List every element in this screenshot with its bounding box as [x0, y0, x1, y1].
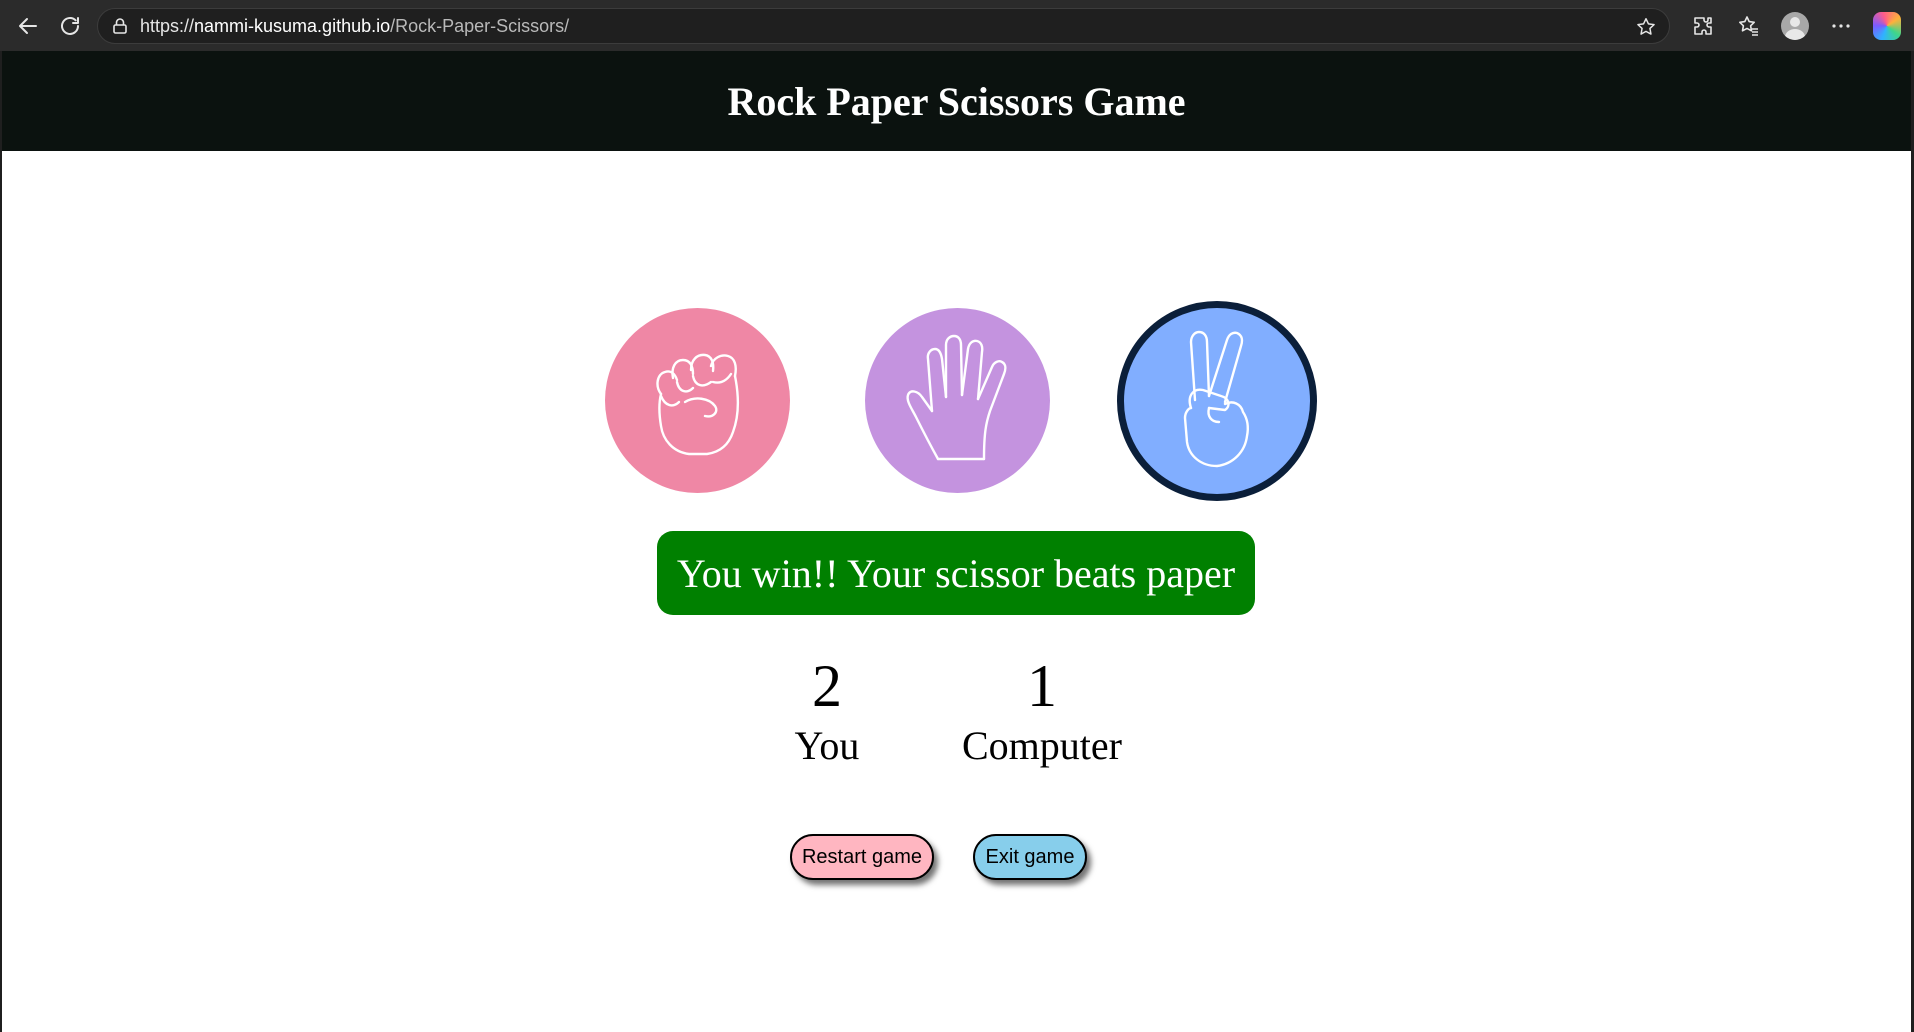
copilot-icon[interactable]: [1864, 3, 1910, 49]
scissors-choice[interactable]: [1117, 301, 1317, 501]
site-header: Rock Paper Scissors Game: [2, 51, 1911, 151]
open-hand-icon: [905, 334, 1007, 460]
avatar-icon: [1781, 11, 1809, 40]
paper-choice[interactable]: [865, 308, 1050, 493]
copilot-logo: [1873, 11, 1901, 40]
site-info-icon[interactable]: [110, 16, 130, 36]
page-title: Rock Paper Scissors Game: [727, 78, 1186, 124]
profile-avatar[interactable]: [1772, 3, 1818, 49]
computer-score: 1 Computer: [942, 651, 1142, 771]
extensions-icon[interactable]: [1680, 3, 1726, 49]
browser-toolbar: https://nammi-kusuma.github.io/Rock-Pape…: [0, 0, 1914, 51]
exit-game-button[interactable]: Exit game: [973, 834, 1087, 880]
favorites-icon[interactable]: [1726, 3, 1772, 49]
favorite-star-icon[interactable]: [1635, 16, 1657, 38]
user-score: 2 You: [762, 651, 892, 771]
restart-game-button[interactable]: Restart game: [790, 834, 934, 880]
back-icon[interactable]: [8, 6, 48, 46]
choices-row: [2, 251, 1911, 501]
computer-score-label: Computer: [962, 723, 1122, 768]
address-bar[interactable]: https://nammi-kusuma.github.io/Rock-Pape…: [97, 8, 1670, 44]
user-score-value: 2: [812, 653, 842, 719]
page-viewport: Rock Paper Scissors Game You win!! Your …: [2, 51, 1911, 1032]
more-options-icon[interactable]: [1818, 3, 1864, 49]
url-text: https://nammi-kusuma.github.io/Rock-Pape…: [140, 15, 570, 36]
fist-icon: [655, 353, 739, 455]
rock-choice[interactable]: [605, 308, 790, 493]
computer-score-value: 1: [1027, 653, 1057, 719]
reload-icon[interactable]: [50, 6, 90, 46]
user-score-label: You: [794, 723, 860, 768]
peace-sign-icon: [1183, 330, 1249, 468]
result-message: You win!! Your scissor beats paper: [657, 531, 1255, 615]
